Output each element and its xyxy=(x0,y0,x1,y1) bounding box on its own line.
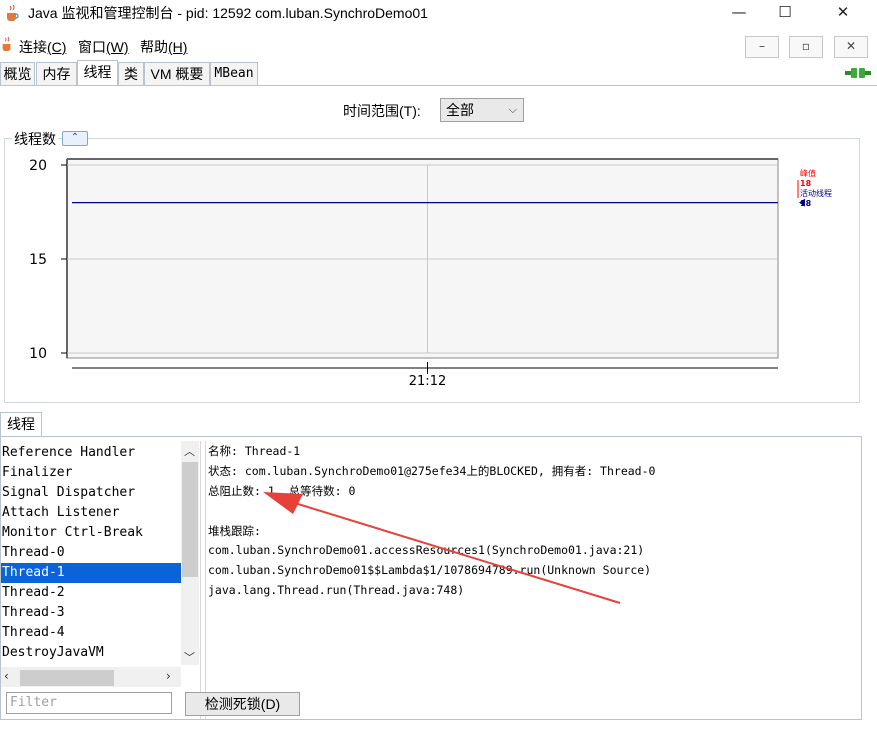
thread-count-title: 线程数 xyxy=(12,129,58,149)
chevron-down-icon: ⌵ xyxy=(508,104,517,116)
minimize-button[interactable]: — xyxy=(716,0,762,26)
legend-series-value: 18 xyxy=(800,179,812,188)
time-range-value: 全部 xyxy=(446,102,474,118)
thread-list-item[interactable]: Signal Dispatcher xyxy=(1,483,181,503)
menu-window-label: 窗口 xyxy=(78,39,106,55)
thread-list-item[interactable]: Attach Listener xyxy=(1,503,181,523)
title-bar: Java 监视和管理控制台 - pid: 12592 com.luban.Syn… xyxy=(0,0,877,26)
hscroll-thumb[interactable] xyxy=(20,670,114,686)
window-title: Java 监视和管理控制台 - pid: 12592 com.luban.Syn… xyxy=(28,5,428,21)
legend-series-value: 18 xyxy=(800,199,812,208)
mdi-minimize-button[interactable]: – xyxy=(745,36,779,58)
tab-vm-summary[interactable]: VM 概要 xyxy=(144,62,210,85)
thread-list-item[interactable]: Thread-0 xyxy=(1,543,181,563)
legend-series-name: 活动线程 xyxy=(800,188,832,198)
legend-series-name: 峰值 xyxy=(800,168,816,178)
chart-legend: 峰值18活动线程18 xyxy=(797,168,832,208)
thread-list-item[interactable]: Thread-2 xyxy=(1,583,181,603)
thread-list-item[interactable]: DestroyJavaVM xyxy=(1,643,181,663)
tab-mbean[interactable]: MBean xyxy=(210,62,258,85)
detail-state: 状态: com.luban.SynchroDemo01@275efe34上的BL… xyxy=(208,464,656,478)
menu-connection[interactable]: 连接(C) xyxy=(19,37,66,57)
split-divider[interactable] xyxy=(200,441,206,719)
filter-input[interactable]: Filter xyxy=(6,692,172,714)
menu-window[interactable]: 窗口(W) xyxy=(78,37,129,57)
menu-help-mnemonic: (H) xyxy=(168,39,188,55)
java-cup-icon xyxy=(2,36,11,51)
x-tick-label: 21:12 xyxy=(409,374,446,389)
scroll-up-icon[interactable]: ︿ xyxy=(184,443,195,459)
threads-section-tab[interactable]: 线程 xyxy=(0,412,42,437)
y-tick-label: 15 xyxy=(29,252,47,268)
chevron-up-icon: ⌃ xyxy=(70,132,80,143)
tab-overview[interactable]: 概览 xyxy=(0,62,35,85)
menu-help[interactable]: 帮助(H) xyxy=(140,37,187,57)
detail-stack-title: 堆栈跟踪: xyxy=(208,524,261,538)
y-tick-label: 10 xyxy=(29,346,47,362)
thread-list-item[interactable]: Finalizer xyxy=(1,463,181,483)
thread-list[interactable]: Reference Handler Finalizer Signal Dispatc… xyxy=(1,441,181,665)
menu-connection-mnemonic: (C) xyxy=(47,39,67,55)
maximize-button[interactable]: ☐ xyxy=(762,0,808,26)
annotation-arrow xyxy=(263,492,621,604)
mdi-restore-button[interactable]: ▫ xyxy=(789,36,823,58)
vscroll-thumb[interactable] xyxy=(182,462,198,577)
detail-name: 名称: Thread-1 xyxy=(208,444,301,458)
thread-list-item[interactable]: Thread-4 xyxy=(1,623,181,643)
tab-memory[interactable]: 内存 xyxy=(36,62,77,85)
time-range-select[interactable]: 全部 ⌵ xyxy=(440,98,524,122)
thread-count-chart: 20151021:12 峰值18活动线程18 xyxy=(29,158,832,389)
scroll-left-icon[interactable]: ‹ xyxy=(4,669,9,683)
menu-help-label: 帮助 xyxy=(140,39,168,55)
thread-list-item[interactable]: Thread-1 xyxy=(1,563,181,583)
time-range-label: 时间范围(T): xyxy=(343,103,421,119)
detect-deadlock-button[interactable]: 检测死锁(D) xyxy=(185,692,300,716)
y-tick-label: 20 xyxy=(29,158,47,174)
scroll-down-icon[interactable]: ﹀ xyxy=(184,649,195,665)
connection-status-icon[interactable] xyxy=(845,66,871,80)
close-button[interactable]: ✕ xyxy=(820,0,866,26)
scroll-right-icon[interactable]: › xyxy=(166,669,171,683)
mdi-close-button[interactable]: ✕ xyxy=(834,36,868,58)
menu-window-mnemonic: (W) xyxy=(106,39,129,55)
thread-list-item[interactable]: Thread-3 xyxy=(1,603,181,623)
java-cup-icon xyxy=(7,4,19,21)
thread-list-item[interactable]: Monitor Ctrl-Break xyxy=(1,523,181,543)
tab-classes[interactable]: 类 xyxy=(118,62,144,85)
thread-list-item[interactable]: Reference Handler xyxy=(1,443,181,463)
collapse-button[interactable]: ⌃ xyxy=(62,131,88,146)
menu-connection-label: 连接 xyxy=(19,39,47,55)
tab-threads[interactable]: 线程 xyxy=(77,60,118,85)
